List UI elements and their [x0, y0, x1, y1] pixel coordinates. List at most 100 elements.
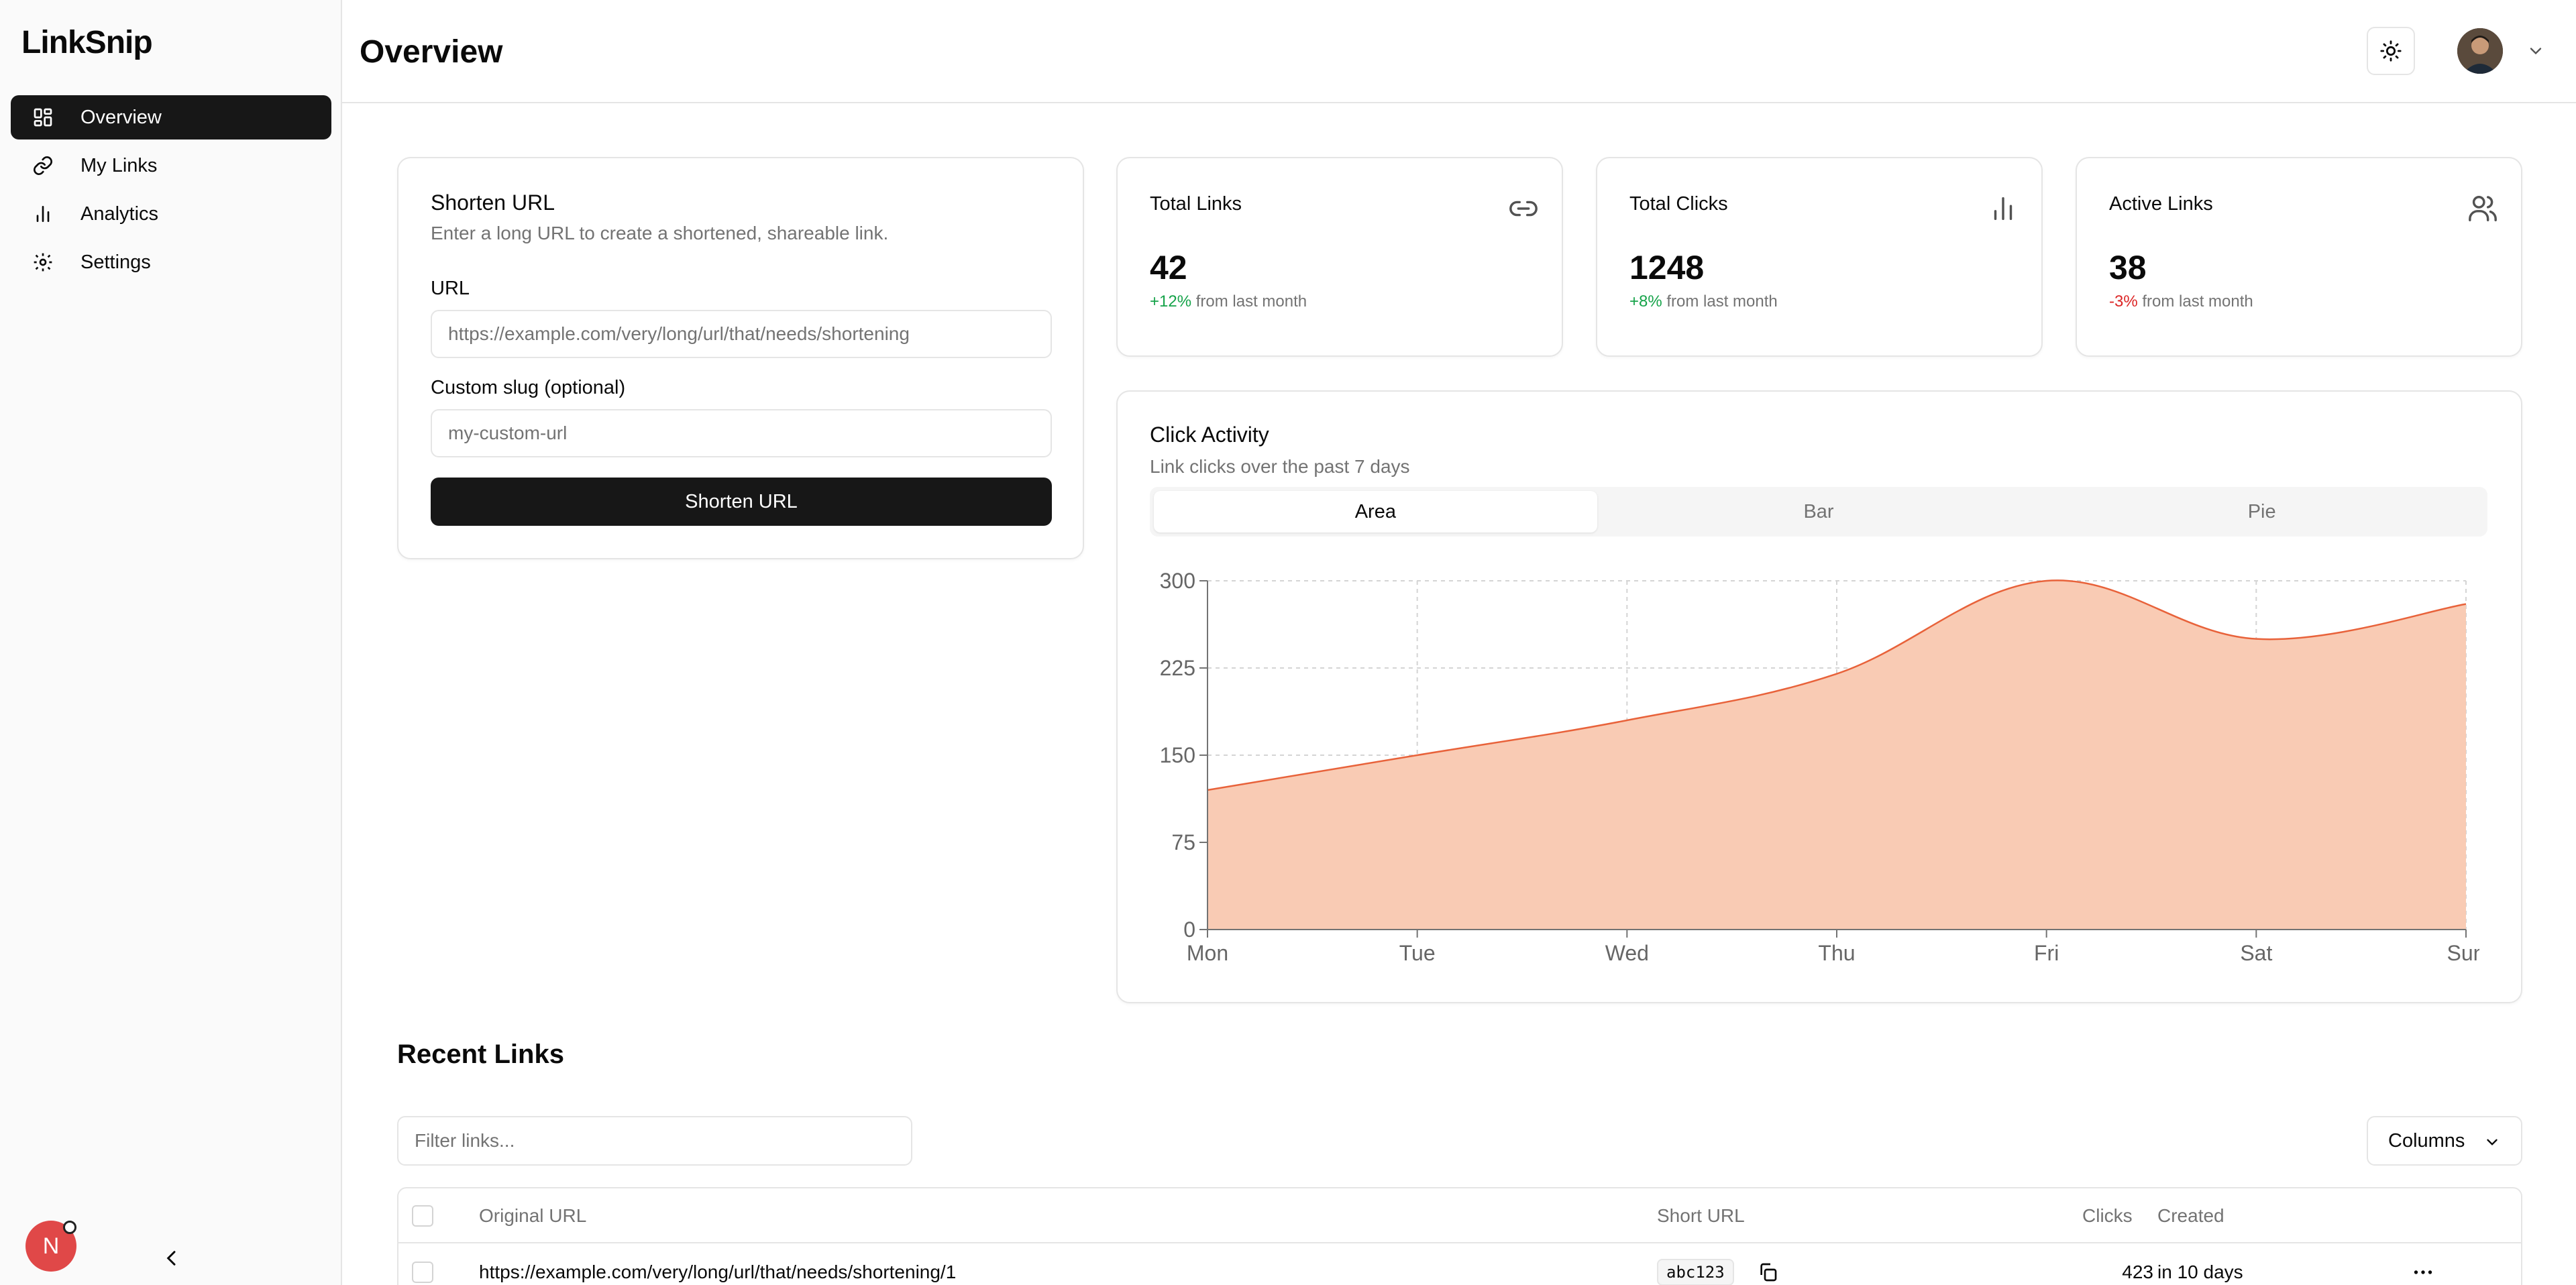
- created-cell: in 10 days: [2157, 1262, 2243, 1282]
- sidebar-item-my-links[interactable]: My Links: [11, 144, 331, 188]
- chevron-down-icon: [2487, 1139, 2498, 1146]
- collapse-sidebar-icon[interactable]: [161, 1247, 182, 1269]
- shorten-url-button[interactable]: Shorten URL: [431, 478, 1052, 526]
- top-header: Overview: [342, 0, 2576, 103]
- sidebar-item-settings[interactable]: Settings: [11, 240, 331, 284]
- slug-input-placeholder: my-custom-url: [448, 423, 568, 443]
- url-input[interactable]: https://example.com/very/long/url/that/n…: [431, 310, 1052, 358]
- stat-value: 38: [2109, 249, 2147, 286]
- short-url-cell: abc123: [1657, 1245, 1778, 1285]
- sidebar-item-label: Settings: [80, 251, 151, 273]
- theme-toggle-button[interactable]: [2367, 27, 2415, 75]
- sidebar-item-overview[interactable]: Overview: [11, 95, 331, 139]
- status-dot: [63, 1221, 76, 1234]
- tab-area[interactable]: Area: [1154, 491, 1597, 533]
- sun-icon: [2380, 40, 2402, 62]
- sidebar-item-label: Overview: [80, 106, 162, 128]
- recent-links-title: Recent Links: [397, 1040, 564, 1069]
- columns-label: Columns: [2388, 1129, 2465, 1152]
- col-original-url[interactable]: Original URL: [479, 1188, 586, 1243]
- sidebar-item-label: Analytics: [80, 203, 159, 225]
- y-tick-label: 225: [1160, 656, 1195, 680]
- tab-pie[interactable]: Pie: [2040, 491, 2483, 533]
- clicks-cell: 423: [2122, 1262, 2153, 1282]
- filter-links-input[interactable]: Filter links...: [397, 1116, 912, 1166]
- stat-value: 42: [1150, 249, 1187, 286]
- recent-links-table: Original URL Short URL Clicks Created ht…: [397, 1187, 2522, 1285]
- original-url-cell[interactable]: https://example.com/very/long/url/that/n…: [479, 1245, 956, 1285]
- copy-icon[interactable]: [1757, 1262, 1778, 1283]
- stat-change: +8% from last month: [1629, 292, 1778, 311]
- sidebar-item-label: My Links: [80, 154, 158, 176]
- link-icon: [34, 156, 52, 175]
- stat-card-active-links: Active Links 38 -3% from last month: [2076, 157, 2522, 357]
- y-tick-label: 150: [1160, 743, 1195, 767]
- click-activity-card: Click Activity Link clicks over the past…: [1116, 390, 2522, 1003]
- stat-change: -3% from last month: [2109, 292, 2253, 311]
- x-tick-label: Sun: [2447, 941, 2479, 965]
- col-clicks[interactable]: Clicks: [2082, 1188, 2133, 1243]
- user-initial: N: [42, 1233, 60, 1259]
- columns-button[interactable]: Columns: [2367, 1116, 2522, 1166]
- stat-title: Total Clicks: [1629, 193, 1728, 215]
- sidebar-item-analytics[interactable]: Analytics: [11, 192, 331, 236]
- stat-change-percent: +12%: [1150, 292, 1192, 311]
- col-created[interactable]: Created: [2157, 1188, 2224, 1243]
- app-logo[interactable]: LinkSnip: [21, 24, 153, 61]
- y-tick-label: 75: [1171, 830, 1195, 854]
- stat-change-percent: +8%: [1629, 292, 1662, 311]
- user-photo: [2457, 28, 2503, 74]
- shorten-url-card: Shorten URL Enter a long URL to create a…: [397, 157, 1084, 559]
- table-header-row: Original URL Short URL Clicks Created: [398, 1188, 2521, 1243]
- url-input-placeholder: https://example.com/very/long/url/that/n…: [448, 323, 910, 344]
- row-checkbox[interactable]: [412, 1262, 433, 1283]
- user-initial-avatar[interactable]: N: [25, 1221, 76, 1272]
- select-all-checkbox[interactable]: [412, 1205, 433, 1227]
- page-title: Overview: [360, 34, 503, 70]
- stat-change-suffix: from last month: [1666, 292, 1778, 311]
- stat-card-total-clicks: Total Clicks 1248 +8% from last month: [1596, 157, 2043, 357]
- stat-change-suffix: from last month: [2142, 292, 2253, 311]
- slug-input[interactable]: my-custom-url: [431, 409, 1052, 457]
- activity-subtitle: Link clicks over the past 7 days: [1150, 456, 1410, 477]
- chart-type-tabs: Area Bar Pie: [1150, 487, 2487, 537]
- more-horizontal-icon: [2414, 1270, 2432, 1274]
- filter-placeholder: Filter links...: [415, 1130, 515, 1151]
- row-actions[interactable]: [2411, 1245, 2435, 1285]
- stat-title: Active Links: [2109, 193, 2213, 215]
- x-tick-label: Tue: [1399, 941, 1436, 965]
- shorten-description: Enter a long URL to create a shortened, …: [431, 223, 889, 243]
- sidebar: LinkSnip Overview My Links Analytics Set…: [0, 0, 342, 1285]
- x-tick-label: Fri: [2034, 941, 2059, 965]
- stat-change-percent: -3%: [2109, 292, 2138, 311]
- x-tick-label: Sat: [2240, 941, 2272, 965]
- y-tick-label: 0: [1183, 917, 1195, 942]
- link-icon: [1509, 201, 1538, 217]
- dashboard-icon: [34, 108, 52, 127]
- x-tick-label: Thu: [1818, 941, 1855, 965]
- row-select-cell: [412, 1245, 433, 1285]
- url-label: URL: [431, 278, 470, 299]
- short-url-code[interactable]: abc123: [1657, 1259, 1734, 1285]
- bar-chart-icon: [1994, 197, 2012, 221]
- stat-value: 1248: [1629, 249, 1705, 286]
- chevron-down-icon[interactable]: [2526, 42, 2545, 60]
- tab-bar[interactable]: Bar: [1597, 491, 2041, 533]
- shorten-title: Shorten URL: [431, 190, 555, 215]
- sidebar-nav: Overview My Links Analytics Settings: [11, 95, 331, 288]
- stat-change: +12% from last month: [1150, 292, 1307, 311]
- click-activity-chart: 0 75 150 225 300 Mon Tue Wed Thu Fri Sat Sun: [1160, 569, 2479, 965]
- table-row: https://example.com/very/long/url/that/n…: [398, 1245, 2521, 1285]
- y-tick-label: 300: [1160, 569, 1195, 593]
- stat-title: Total Links: [1150, 193, 1242, 215]
- bar-chart-icon: [36, 206, 50, 222]
- stat-card-total-links: Total Links 42 +12% from last month: [1116, 157, 1563, 357]
- col-short-url[interactable]: Short URL: [1657, 1188, 1745, 1243]
- activity-title: Click Activity: [1150, 423, 1269, 447]
- x-tick-label: Wed: [1605, 941, 1649, 965]
- select-all-cell: [412, 1188, 433, 1243]
- avatar[interactable]: [2457, 28, 2503, 74]
- users-icon: [2469, 196, 2497, 221]
- x-tick-label: Mon: [1187, 941, 1228, 965]
- stat-change-suffix: from last month: [1195, 292, 1307, 311]
